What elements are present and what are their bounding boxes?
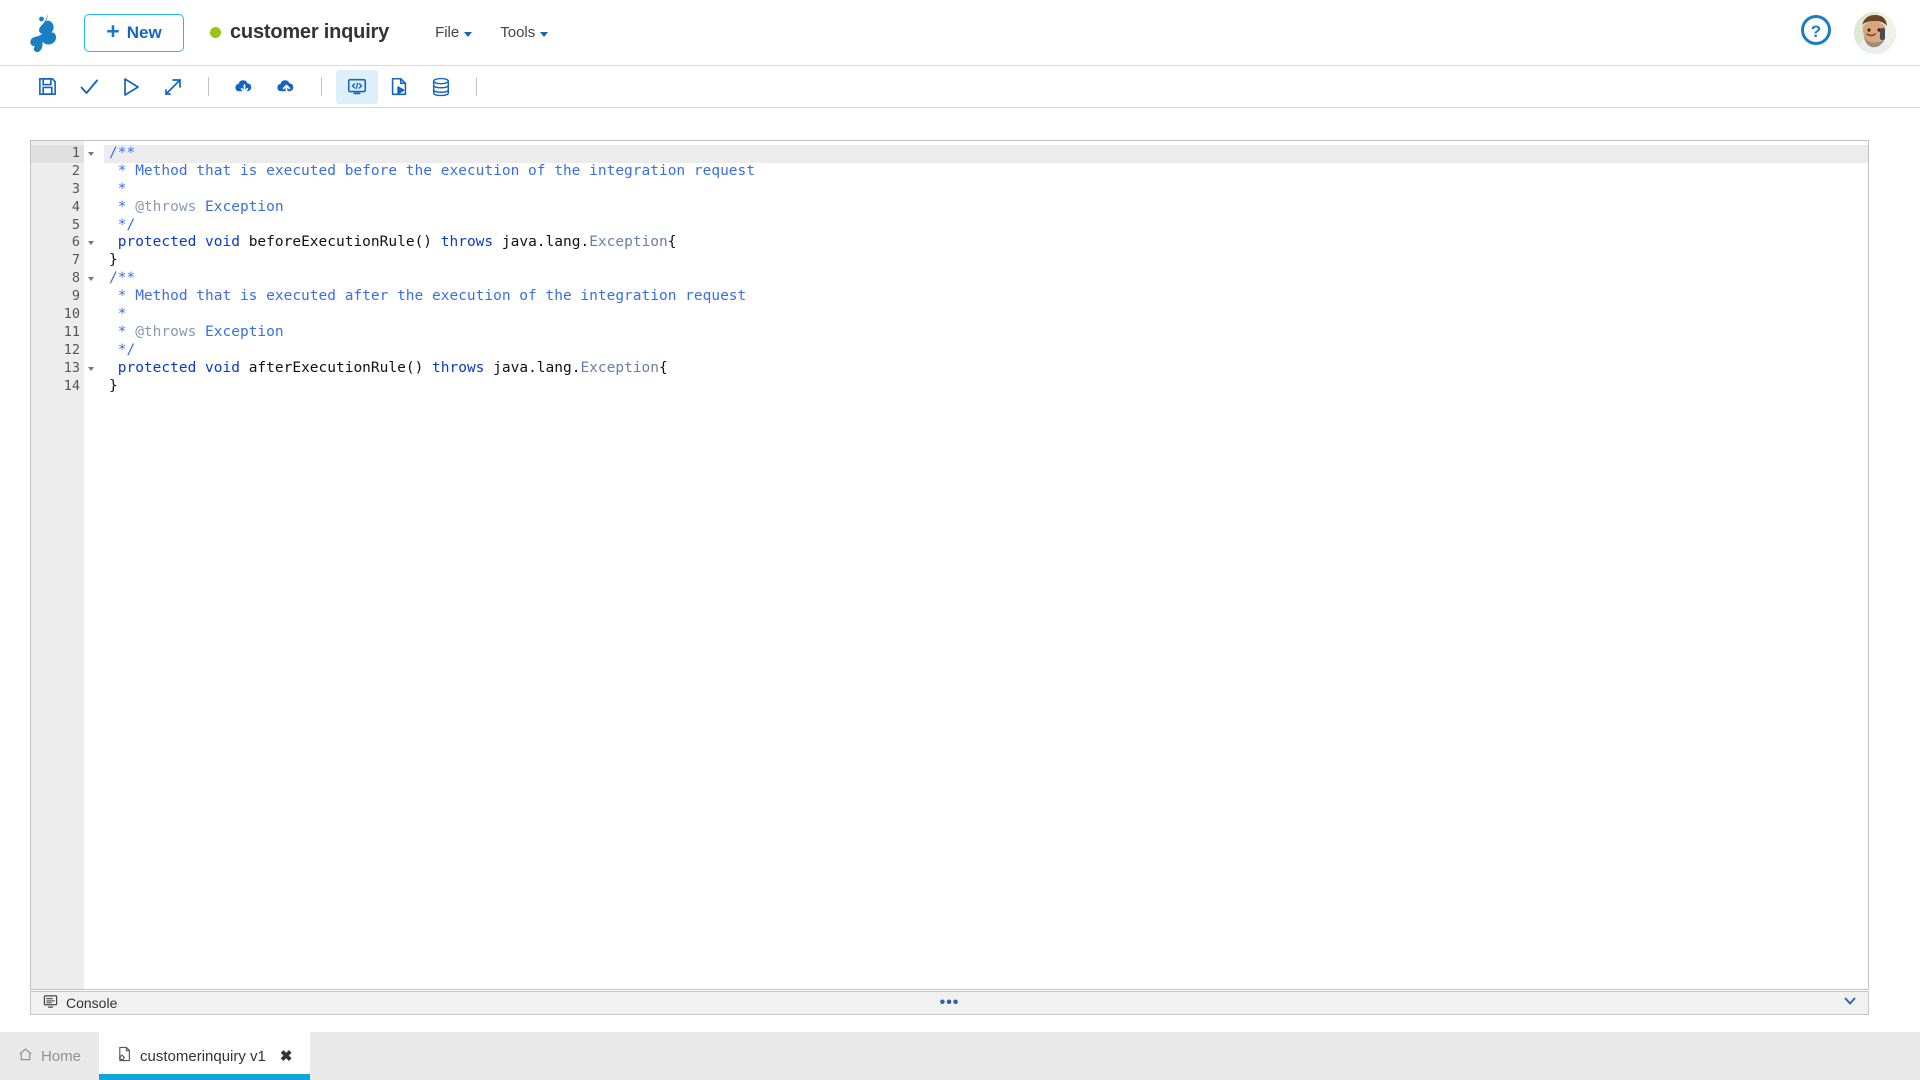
code-line: */ bbox=[104, 342, 1868, 360]
code-line: */ bbox=[104, 217, 1868, 235]
new-button[interactable]: + New bbox=[84, 14, 184, 52]
code-line: } bbox=[104, 252, 1868, 270]
code-content[interactable]: /** * Method that is executed before the… bbox=[104, 141, 1868, 989]
line-number: 6 bbox=[31, 234, 84, 252]
plus-icon: + bbox=[106, 20, 119, 43]
import-button[interactable] bbox=[223, 70, 265, 104]
toolbar-separator bbox=[476, 77, 477, 96]
line-number: 1 bbox=[31, 145, 84, 163]
question-circle-icon[interactable]: ? bbox=[1800, 14, 1832, 51]
header-actions: ? bbox=[1800, 12, 1896, 54]
line-number: 13 bbox=[31, 360, 84, 378]
console-monitor-icon bbox=[43, 994, 58, 1012]
deploy-button[interactable] bbox=[152, 70, 194, 104]
line-number: 7 bbox=[31, 252, 84, 270]
toolbar-separator bbox=[321, 77, 322, 96]
svg-text:?: ? bbox=[1811, 22, 1821, 41]
save-button[interactable] bbox=[26, 70, 68, 104]
menu-file[interactable]: File bbox=[435, 24, 472, 41]
toolbar-separator bbox=[208, 77, 209, 96]
fold-toggle-icon[interactable] bbox=[88, 152, 94, 156]
code-line: protected void beforeExecutionRule() thr… bbox=[104, 234, 1868, 252]
new-button-label: New bbox=[127, 23, 162, 43]
line-number: 3 bbox=[31, 181, 84, 199]
run-button[interactable] bbox=[110, 70, 152, 104]
documentation-button[interactable] bbox=[378, 70, 420, 104]
chevron-down-icon bbox=[464, 32, 472, 37]
home-icon bbox=[18, 1047, 33, 1066]
fold-toggle-icon[interactable] bbox=[88, 367, 94, 371]
menu-tools-label: Tools bbox=[500, 24, 535, 41]
code-editor[interactable]: 1234567891011121314 /** * Method that is… bbox=[30, 140, 1869, 990]
line-number: 8 bbox=[31, 270, 84, 288]
tab-home-label: Home bbox=[41, 1048, 81, 1065]
line-number: 12 bbox=[31, 342, 84, 360]
status-dot-icon bbox=[210, 27, 221, 38]
chevron-down-icon[interactable] bbox=[1842, 993, 1858, 1014]
frog-logo-icon[interactable] bbox=[26, 11, 68, 55]
app-header: + New customer inquiry File Tools ? bbox=[0, 0, 1920, 66]
code-line: protected void afterExecutionRule() thro… bbox=[104, 360, 1868, 378]
document-gear-icon bbox=[117, 1046, 132, 1066]
document-title-group: customer inquiry bbox=[210, 21, 389, 44]
line-number: 4 bbox=[31, 199, 84, 217]
close-icon[interactable]: ✖ bbox=[280, 1047, 293, 1065]
console-bar[interactable]: Console ••• bbox=[30, 991, 1869, 1015]
tab-customerinquiry-label: customerinquiry v1 bbox=[140, 1048, 266, 1065]
code-line: * Method that is executed before the exe… bbox=[104, 163, 1868, 181]
code-line: * Method that is executed after the exec… bbox=[104, 288, 1868, 306]
avatar[interactable] bbox=[1854, 12, 1896, 54]
code-line: /** bbox=[104, 145, 1868, 163]
line-number: 5 bbox=[31, 217, 84, 235]
tab-home[interactable]: Home bbox=[0, 1032, 99, 1080]
code-line: * bbox=[104, 306, 1868, 324]
export-button[interactable] bbox=[265, 70, 307, 104]
line-number: 2 bbox=[31, 163, 84, 181]
chevron-down-icon bbox=[540, 32, 548, 37]
source-code-button[interactable] bbox=[336, 70, 378, 104]
line-number: 11 bbox=[31, 324, 84, 342]
database-button[interactable] bbox=[420, 70, 462, 104]
fold-toggle-icon[interactable] bbox=[88, 277, 94, 281]
menu-tools[interactable]: Tools bbox=[500, 24, 548, 41]
code-line: } bbox=[104, 378, 1868, 396]
validate-button[interactable] bbox=[68, 70, 110, 104]
tab-customerinquiry-v1[interactable]: customerinquiry v1 ✖ bbox=[99, 1032, 310, 1080]
bottom-tab-bar: Home customerinquiry v1 ✖ bbox=[0, 1032, 1920, 1080]
code-line: * @throws Exception bbox=[104, 324, 1868, 342]
editor-toolbar bbox=[0, 66, 1920, 108]
code-line: * bbox=[104, 181, 1868, 199]
fold-toggle-icon[interactable] bbox=[88, 241, 94, 245]
line-number: 10 bbox=[31, 306, 84, 324]
page-title: customer inquiry bbox=[230, 21, 389, 44]
line-number: 9 bbox=[31, 288, 84, 306]
line-number: 14 bbox=[31, 378, 84, 396]
console-label: Console bbox=[66, 995, 117, 1011]
menu-file-label: File bbox=[435, 24, 459, 41]
line-number-gutter: 1234567891011121314 bbox=[31, 141, 84, 989]
console-drag-handle[interactable]: ••• bbox=[940, 995, 960, 1011]
code-line: /** bbox=[104, 270, 1868, 288]
menu-bar: File Tools bbox=[435, 24, 548, 41]
console-toggle[interactable]: Console bbox=[43, 994, 117, 1012]
fold-bar bbox=[84, 141, 104, 989]
code-area[interactable]: 1234567891011121314 /** * Method that is… bbox=[31, 141, 1868, 989]
code-line: * @throws Exception bbox=[104, 199, 1868, 217]
